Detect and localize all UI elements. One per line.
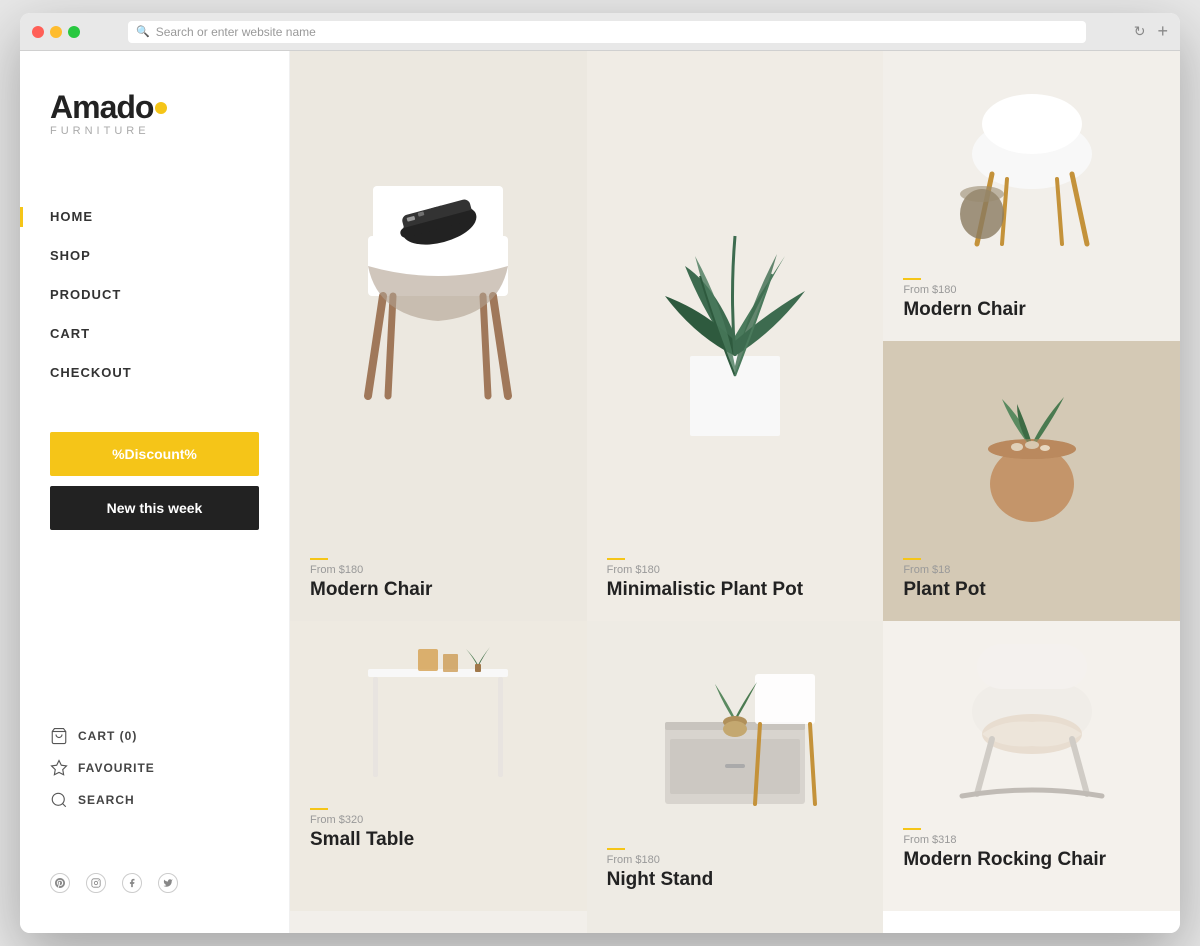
product-card-home-deco[interactable]: From $318 Home Deco (290, 911, 587, 933)
product-card-metallic-chair[interactable]: From $318 Metallic Chair (587, 911, 884, 933)
product-card-white-chair[interactable]: From $180 Modern Chair (883, 51, 1180, 341)
product-price: From $180 (607, 564, 864, 576)
search-label: SEARCH (78, 793, 135, 807)
product-name: Night Stand (607, 869, 864, 891)
new-tab-button[interactable]: + (1157, 21, 1168, 42)
address-text: Search or enter website name (156, 25, 316, 39)
cart-link[interactable]: CART (0) (50, 727, 259, 745)
product-price: From $180 (310, 564, 567, 576)
product-info-modern-chair: From $180 Modern Chair (290, 542, 587, 621)
product-card-plant-pot-big[interactable]: From $180 Minimalistic Plant Pot (587, 51, 884, 621)
promo-buttons: %Discount% New this week (50, 432, 259, 530)
nightstand-svg (645, 644, 825, 824)
favourite-link[interactable]: FAVOURITE (50, 759, 259, 777)
browser-toolbar: 🔍 Search or enter website name ↻ + (20, 13, 1180, 51)
product-price: From $320 (310, 814, 567, 826)
product-card-plant-pot-small[interactable]: From $18 Plant Pot (883, 341, 1180, 621)
product-name: Modern Chair (903, 299, 1160, 321)
favourite-icon (50, 759, 68, 777)
main-content: From $180 Modern Chair (290, 51, 1180, 933)
sidebar-item-shop[interactable]: SHOP (50, 236, 259, 275)
logo-name: Amado (50, 91, 259, 123)
social-icons (50, 853, 259, 893)
sidebar-item-home[interactable]: HOME (50, 197, 259, 236)
address-bar[interactable]: 🔍 Search or enter website name (128, 21, 1086, 43)
product-name: Modern Chair (310, 579, 567, 601)
cart-label: CART (0) (78, 729, 137, 743)
favourite-label: FAVOURITE (78, 761, 155, 775)
home-deco-svg (358, 929, 518, 934)
discount-button[interactable]: %Discount% (50, 432, 259, 476)
plant-svg (625, 156, 845, 456)
product-price: From $318 (903, 834, 1160, 846)
product-card-small-table[interactable]: From $320 Small Table (290, 621, 587, 911)
product-price: From $180 (607, 854, 864, 866)
product-card-rocking-chair[interactable]: From $318 Modern Rocking Chair (883, 621, 1180, 911)
product-price: From $180 (903, 284, 1160, 296)
traffic-lights (32, 26, 80, 38)
white-chair-svg (942, 74, 1122, 254)
refresh-button[interactable]: ↻ (1134, 23, 1146, 40)
metallic-chair-svg (645, 924, 825, 934)
sidebar-bottom: CART (0) FAVOURITE SEARCH (50, 727, 259, 893)
product-name: Small Table (310, 829, 567, 851)
logo: Amado FURNITURE (50, 91, 259, 137)
logo-subtitle: FURNITURE (50, 125, 259, 137)
product-info-plant-pot-big: From $180 Minimalistic Plant Pot (587, 542, 884, 621)
navigation-menu: HOME SHOP PRODUCT CART CHECKOUT (50, 197, 259, 392)
product-card-modern-chair[interactable]: From $180 Modern Chair (290, 51, 587, 621)
app-container: Amado FURNITURE HOME SHOP PRODUCT CART C… (20, 51, 1180, 933)
product-name: Minimalistic Plant Pot (607, 579, 864, 601)
facebook-icon[interactable] (122, 873, 142, 893)
product-name: Modern Rocking Chair (903, 849, 1160, 871)
search-icon: 🔍 (136, 25, 150, 38)
sidebar-item-checkout[interactable]: CHECKOUT (50, 353, 259, 392)
logo-dot (155, 102, 167, 114)
search-link[interactable]: SEARCH (50, 791, 259, 809)
minimize-button[interactable] (50, 26, 62, 38)
new-this-week-button[interactable]: New this week (50, 486, 259, 530)
browser-window: 🔍 Search or enter website name ↻ + Amado… (20, 13, 1180, 933)
maximize-button[interactable] (68, 26, 80, 38)
sidebar-item-product[interactable]: PRODUCT (50, 275, 259, 314)
product-grid: From $180 Modern Chair (290, 51, 1180, 933)
instagram-icon[interactable] (86, 873, 106, 893)
product-card-night-stand[interactable]: From $180 Night Stand (587, 621, 884, 911)
twitter-icon[interactable] (158, 873, 178, 893)
sidebar: Amado FURNITURE HOME SHOP PRODUCT CART C… (20, 51, 290, 933)
sidebar-item-cart[interactable]: CART (50, 314, 259, 353)
chair-svg (338, 176, 538, 436)
small-plant-svg (962, 369, 1102, 529)
table-svg (348, 639, 528, 789)
close-button[interactable] (32, 26, 44, 38)
product-name: Plant Pot (903, 579, 1160, 601)
search-icon (50, 791, 68, 809)
cart-icon (50, 727, 68, 745)
product-price: From $18 (903, 564, 1160, 576)
pinterest-icon[interactable] (50, 873, 70, 893)
rocking-chair-svg (942, 634, 1122, 814)
